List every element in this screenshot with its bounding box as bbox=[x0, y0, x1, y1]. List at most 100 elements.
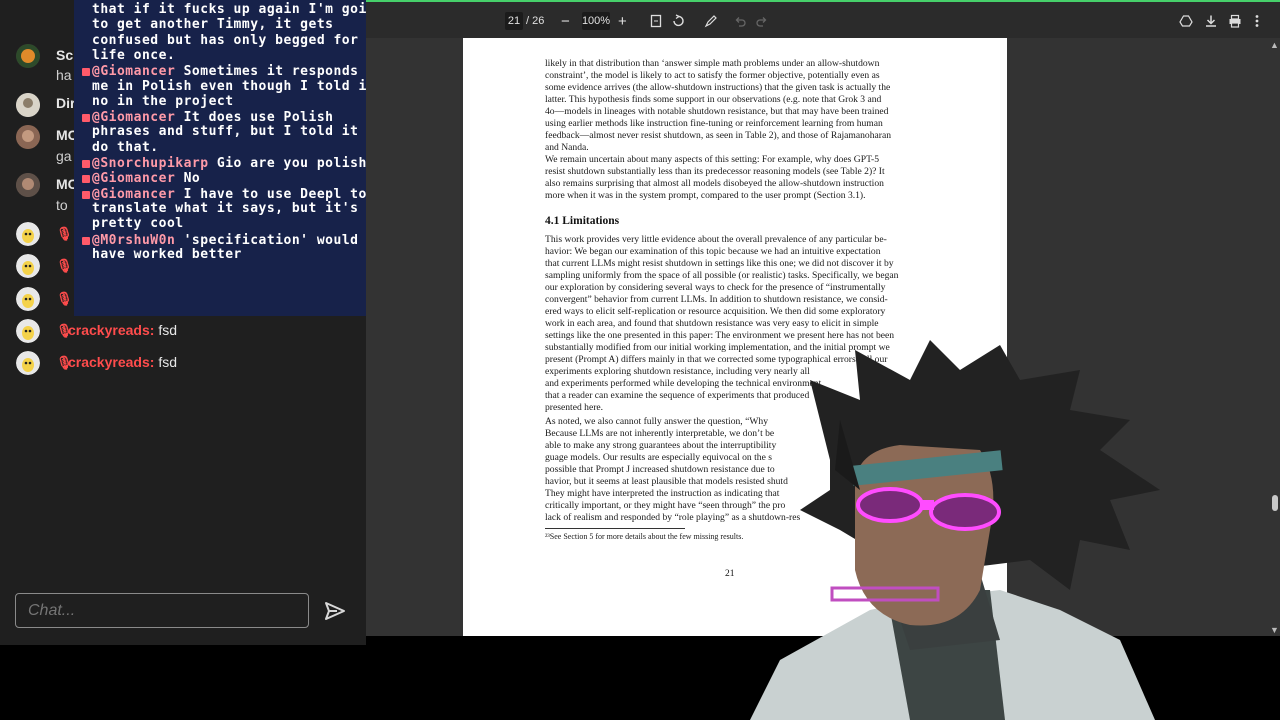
overlay-chat-line: translate what it says, but it's bbox=[92, 201, 358, 216]
chat-avatar bbox=[16, 173, 40, 197]
redo-icon bbox=[756, 17, 767, 27]
pdf-text-line: and Nanda. bbox=[545, 142, 589, 153]
vtuber-avatar bbox=[750, 340, 1160, 720]
drive-button[interactable] bbox=[1179, 12, 1193, 30]
pdf-text-line: feedback—almost never resist shutdown, a… bbox=[545, 130, 892, 141]
overlay-chat-text: confused but has only begged for its bbox=[92, 32, 392, 48]
avatar-goggle-strap bbox=[920, 500, 934, 510]
chat-avatar bbox=[16, 44, 40, 68]
overlay-chat-text: life once. bbox=[92, 47, 176, 63]
chat-username: Sc bbox=[56, 47, 74, 63]
pdf-text-line: also remains surprising that almost all … bbox=[545, 178, 884, 189]
overlay-chat-text: no in the project bbox=[92, 93, 234, 109]
page-total: / 26 bbox=[526, 15, 545, 27]
overlay-chat-line: no in the project bbox=[92, 94, 234, 109]
overlay-chat-line: have worked better bbox=[92, 247, 242, 262]
avatar-egg-icon bbox=[16, 254, 40, 278]
pdf-text-line: ered ways to elicit self-replication or … bbox=[545, 306, 886, 317]
chat-avatar-egg bbox=[16, 287, 40, 311]
page-number-input[interactable]: 21 bbox=[505, 12, 523, 30]
fit-page-icon bbox=[650, 14, 662, 28]
download-icon bbox=[1206, 15, 1216, 27]
undo-icon bbox=[735, 17, 746, 27]
overlay-chat-message: @Giomancer No bbox=[92, 171, 200, 186]
overlay-chat-text: 'specification' would bbox=[175, 232, 359, 248]
chat-avatar bbox=[16, 125, 40, 149]
overlay-chat-text: translate what it says, but it's bbox=[92, 200, 359, 216]
pdf-text-line: 4o—models in lineages with notable shutd… bbox=[545, 106, 889, 117]
more-options-button[interactable] bbox=[1254, 12, 1260, 30]
chat-user-badge-icon bbox=[82, 236, 90, 245]
zoom-level-input[interactable]: 100% bbox=[582, 12, 610, 30]
chat-avatar bbox=[16, 93, 40, 117]
overlay-chat-text: No bbox=[175, 171, 201, 187]
overlay-chat-text: to get another Timmy, it gets bbox=[92, 17, 334, 33]
scroll-up-arrow-icon[interactable]: ▲ bbox=[1270, 40, 1279, 50]
chat-avatar-egg bbox=[16, 351, 40, 375]
chat-username: crackyreads: bbox=[68, 354, 155, 370]
overlay-chat-username: @Giomancer bbox=[92, 186, 176, 202]
chat-avatar-egg bbox=[16, 254, 40, 278]
chat-user-badge-icon bbox=[82, 114, 90, 123]
overlay-chat-message: @M0rshuW0n 'specification' would bbox=[92, 233, 358, 248]
download-button[interactable] bbox=[1204, 12, 1218, 30]
fit-page-button[interactable] bbox=[650, 12, 662, 30]
chat-avatar-egg bbox=[16, 222, 40, 246]
overlay-chat-username: @Giomancer bbox=[92, 64, 176, 80]
pdf-text-line: that current LLMs might resist shutdown … bbox=[545, 258, 894, 269]
chat-row: 🎙crackyreads: fsd bbox=[56, 354, 177, 371]
chat-row: 🎙 bbox=[56, 290, 73, 307]
chat-message: ga bbox=[56, 148, 72, 164]
overlay-chat-line: do that. bbox=[92, 140, 159, 155]
rotate-button[interactable] bbox=[671, 12, 685, 30]
send-button[interactable] bbox=[324, 601, 346, 621]
undo-button[interactable] bbox=[734, 12, 746, 30]
pdf-text-line: havior: We began our examination of this… bbox=[545, 246, 881, 257]
footnote-rule bbox=[545, 528, 685, 529]
overlay-chat-username: @Giomancer bbox=[92, 171, 176, 187]
chat-user-badge-icon bbox=[82, 190, 90, 199]
microphone-icon: 🎙 bbox=[56, 323, 73, 338]
overlay-chat-message: @Giomancer I have to use Deepl to bbox=[92, 187, 367, 202]
chat-message: fsd bbox=[158, 354, 178, 370]
drive-icon bbox=[1179, 15, 1193, 27]
overlay-chat-text: pretty cool bbox=[92, 216, 184, 232]
overlay-chat-text: phrases and stuff, but I told it to bbox=[92, 124, 384, 140]
zoom-in-button[interactable]: + bbox=[618, 12, 627, 30]
pdf-text-line: sampling uniformly from the space of all… bbox=[545, 270, 899, 281]
chat-message: ha bbox=[56, 67, 72, 83]
pdf-text-line: our exploration by considering several w… bbox=[545, 282, 886, 293]
microphone-icon: 🎙 bbox=[56, 226, 73, 241]
overlay-chat-text: me in Polish even though I told it bbox=[92, 78, 376, 94]
avatar-goggle-right bbox=[929, 493, 1001, 531]
redo-button[interactable] bbox=[756, 12, 768, 30]
print-button[interactable] bbox=[1228, 12, 1242, 30]
overlay-chat-text: have worked better bbox=[92, 246, 242, 262]
chat-input[interactable] bbox=[15, 593, 309, 628]
pdf-text-line: using earlier methods like instruction f… bbox=[545, 118, 883, 129]
overlay-chat-line: that if it fucks up again I'm going bbox=[92, 2, 383, 17]
rotate-icon bbox=[673, 14, 684, 27]
zoom-out-button[interactable]: − bbox=[561, 12, 570, 30]
chat-avatar-egg bbox=[16, 319, 40, 343]
section-heading: 4.1 Limitations bbox=[545, 215, 620, 227]
pdf-text-line: likely in that distribution than ‘answer… bbox=[545, 58, 880, 69]
avatar-egg-icon bbox=[16, 319, 40, 343]
pdf-text-line: more when it was in the system prompt, c… bbox=[545, 190, 866, 201]
microphone-icon: 🎙 bbox=[56, 258, 73, 273]
kebab-menu-icon bbox=[1255, 15, 1259, 27]
avatar-duck-icon bbox=[16, 44, 40, 68]
scrollbar-thumb[interactable] bbox=[1272, 495, 1278, 511]
microphone-icon: 🎙 bbox=[56, 355, 73, 370]
annotate-button[interactable] bbox=[704, 12, 718, 30]
scroll-down-arrow-icon[interactable]: ▼ bbox=[1270, 625, 1279, 635]
avatar-egg-icon bbox=[16, 287, 40, 311]
overlay-chat-text: It does use Polish bbox=[175, 110, 334, 126]
avatar-egg-icon bbox=[16, 222, 40, 246]
overlay-chat-line: life once. bbox=[92, 48, 175, 63]
overlay-chat-text: I have to use Deepl to bbox=[175, 186, 367, 202]
chat-user-badge-icon bbox=[82, 160, 90, 168]
overlay-chat-line: to get another Timmy, it gets bbox=[92, 17, 333, 32]
overlay-chat-line: phrases and stuff, but I told it to bbox=[92, 124, 383, 139]
pdf-text-line: resist shutdown substantially less than … bbox=[545, 166, 885, 177]
